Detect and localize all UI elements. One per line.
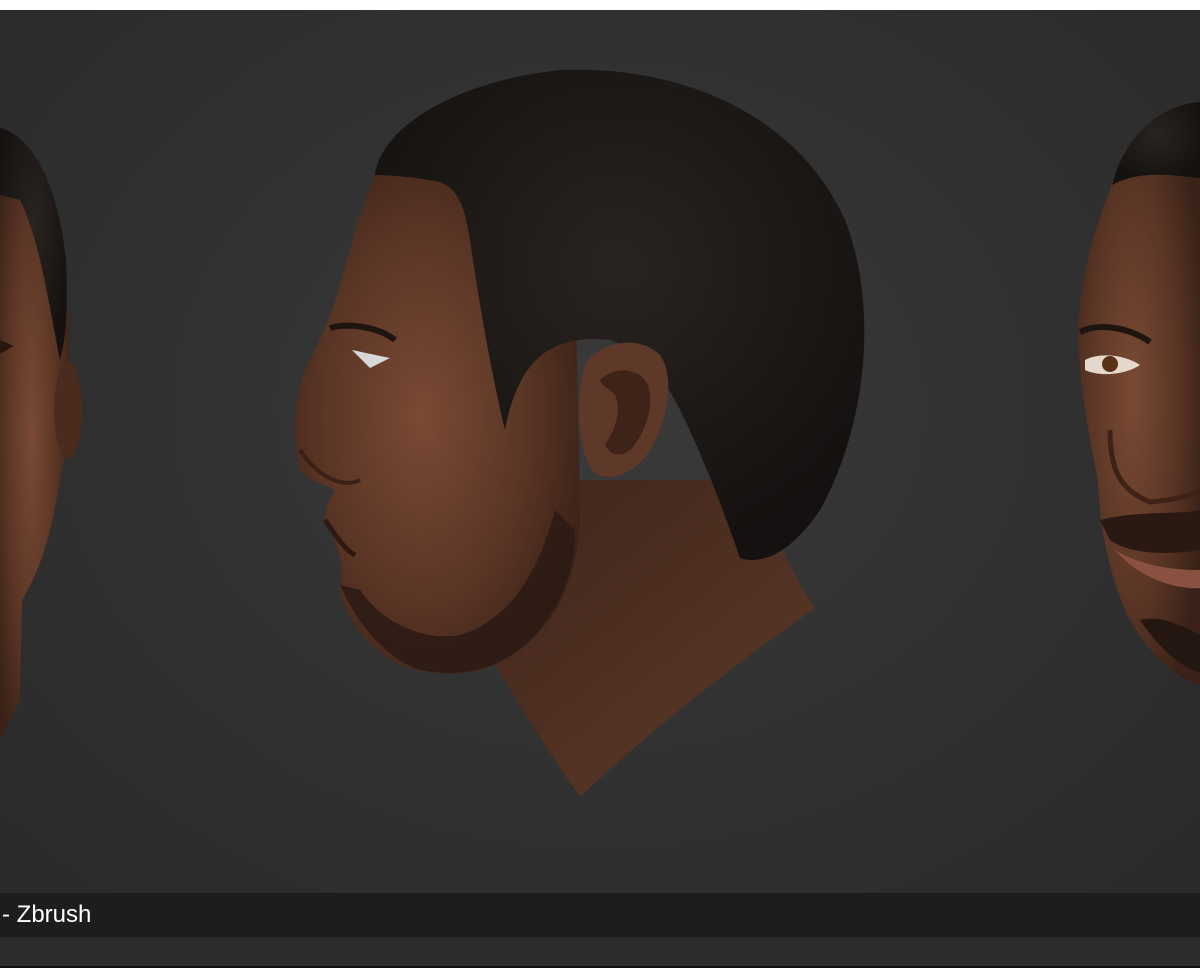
render-viewport (0, 10, 1200, 893)
right-head-view (1078, 102, 1200, 685)
bottom-strip (0, 937, 1200, 966)
head-renders (0, 69, 1200, 797)
left-ear (54, 362, 82, 458)
caption-bar: - Zbrush (0, 893, 1200, 937)
caption-text: - Zbrush (2, 901, 92, 928)
left-head-view (0, 128, 82, 740)
bottom-divider (0, 966, 1200, 968)
center-head-view (295, 69, 865, 797)
